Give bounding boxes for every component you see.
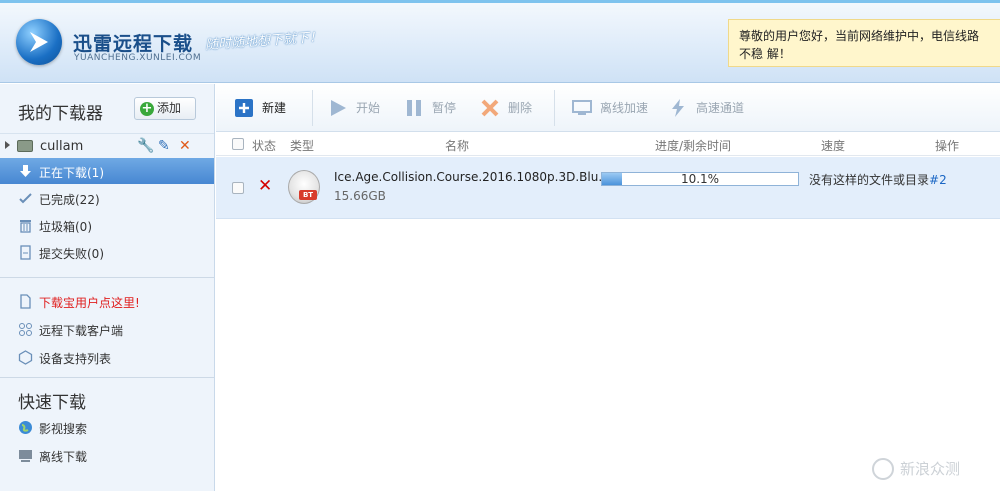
task-name: Ice.Age.Collision.Course.2016.1080p.3D.B…: [334, 170, 610, 184]
xunlei-logo-icon: [16, 19, 62, 65]
high-speed-label: 高速通道: [696, 101, 745, 115]
offline-icon: [19, 450, 32, 462]
task-row[interactable]: ✕ BT Ice.Age.Collision.Course.2016.1080p…: [216, 157, 1000, 219]
link-device-list[interactable]: 设备支持列表: [0, 344, 214, 370]
edit-pencil-icon[interactable]: ✎: [158, 138, 170, 154]
col-speed: 速度: [821, 139, 846, 153]
my-downloaders-title: 我的下载器: [18, 104, 103, 124]
select-all-checkbox[interactable]: [232, 138, 244, 150]
expand-arrow-icon[interactable]: [5, 141, 10, 149]
pause-label: 暂停: [432, 101, 457, 115]
delete-label: 删除: [508, 101, 533, 115]
watermark-logo-icon: [872, 458, 894, 480]
sidebar-divider: [0, 377, 214, 378]
download-arrow-icon: [20, 165, 31, 177]
monitor-icon: [572, 100, 592, 115]
brand-slogan: 随时随地想下就下！: [204, 29, 323, 54]
link-xiazaibao[interactable]: 下载宝用户点这里!: [0, 288, 214, 314]
add-downloader-button[interactable]: + 添加: [134, 97, 196, 120]
play-icon: [331, 100, 346, 116]
toolbar-divider: [312, 90, 313, 126]
quick-download-title: 快速下载: [18, 393, 86, 413]
task-checkbox[interactable]: [232, 182, 244, 194]
error-x-icon: ✕: [258, 176, 273, 196]
col-status: 状态: [252, 139, 277, 153]
new-task-button[interactable]: 新建: [234, 96, 294, 120]
start-label: 开始: [356, 101, 381, 115]
sidebar-divider: [0, 277, 214, 278]
task-status-code[interactable]: #2: [929, 173, 947, 187]
toolbar: 新建 开始 暂停 删除 离线加速 高速通道: [216, 84, 1000, 132]
nav-submit-failed[interactable]: 提交失败(0): [0, 239, 214, 265]
link-device-list-label: 设备支持列表: [39, 352, 112, 366]
task-status: 没有这样的文件或目录#2: [809, 171, 947, 188]
add-button-label: 添加: [157, 101, 182, 115]
nav-downloading[interactable]: 正在下载(1): [0, 158, 214, 184]
grid-icon: [19, 323, 32, 336]
quick-video-search[interactable]: 影视搜索: [0, 414, 214, 440]
nav-submit-failed-label: 提交失败(0): [39, 247, 104, 261]
remove-device-icon[interactable]: ✕: [179, 138, 191, 154]
wrench-icon[interactable]: 🔧: [137, 138, 154, 154]
quick-offline-download-label: 离线下载: [39, 450, 88, 464]
link-xiazaibao-label: 下载宝用户点这里!: [39, 296, 140, 310]
nav-completed-label: 已完成(22): [39, 193, 100, 207]
link-remote-client[interactable]: 远程下载客户端: [0, 316, 214, 342]
trash-icon: [20, 220, 31, 233]
start-button[interactable]: 开始: [328, 96, 388, 120]
task-list-header: 状态 类型 名称 进度/剩余时间 速度 操作: [216, 132, 1000, 156]
nav-trash[interactable]: 垃圾箱(0): [0, 212, 214, 238]
task-status-text: 没有这样的文件或目录: [809, 173, 930, 187]
link-remote-client-label: 远程下载客户端: [39, 324, 124, 338]
nav-trash-label: 垃圾箱(0): [39, 220, 92, 234]
col-name: 名称: [445, 139, 470, 153]
pause-button[interactable]: 暂停: [404, 96, 464, 120]
new-task-label: 新建: [262, 101, 287, 115]
device-row[interactable]: cullam 🔧 ✎ ✕: [0, 136, 214, 158]
col-progress: 进度/剩余时间: [655, 139, 732, 153]
pause-icon: [407, 100, 421, 116]
maintenance-notice: 尊敬的用户您好，当前网络维护中，电信线路不稳 解！: [728, 19, 1000, 67]
document-icon: [20, 294, 31, 309]
bt-file-icon: BT: [288, 170, 320, 204]
quick-offline-download[interactable]: 离线下载: [0, 442, 214, 468]
sidebar-header: 我的下载器 + 添加: [0, 84, 214, 134]
col-type: 类型: [290, 139, 315, 153]
cube-icon: [18, 350, 33, 365]
offline-accel-label: 离线加速: [600, 101, 649, 115]
check-icon: [19, 193, 32, 204]
delete-x-icon: [481, 99, 499, 117]
brand-title: 迅雷远程下载: [73, 33, 194, 55]
device-icon: [17, 140, 33, 152]
progress-text: 10.1%: [680, 172, 720, 186]
lightning-icon: [672, 99, 684, 117]
task-size: 15.66GB: [334, 189, 386, 203]
new-plus-icon: [235, 99, 253, 117]
high-speed-button[interactable]: 高速通道: [668, 96, 752, 120]
nav-downloading-label: 正在下载(1): [39, 166, 104, 180]
bt-badge: BT: [299, 190, 317, 200]
col-action: 操作: [935, 139, 960, 153]
toolbar-divider: [554, 90, 555, 126]
device-name: cullam: [40, 139, 84, 154]
nav-completed[interactable]: 已完成(22): [0, 185, 214, 211]
brand-url: YUANCHENG.XUNLEI.COM: [74, 53, 202, 63]
watermark-text: 新浪众测: [900, 460, 961, 478]
watermark: 新浪众测: [872, 458, 960, 480]
app-header: 迅雷远程下载 YUANCHENG.XUNLEI.COM 随时随地想下就下！ 尊敬…: [0, 0, 1000, 83]
quick-video-search-label: 影视搜索: [39, 422, 88, 436]
sidebar: 我的下载器 + 添加 cullam 🔧 ✎ ✕ 正在下载(1) 已完成(22) …: [0, 84, 215, 491]
globe-icon: [19, 421, 32, 434]
progress-bar: 10.1%: [601, 172, 799, 186]
plus-icon: +: [140, 101, 154, 116]
offline-accel-button[interactable]: 离线加速: [572, 96, 656, 120]
delete-button[interactable]: 删除: [480, 96, 540, 120]
file-fail-icon: [20, 245, 31, 260]
